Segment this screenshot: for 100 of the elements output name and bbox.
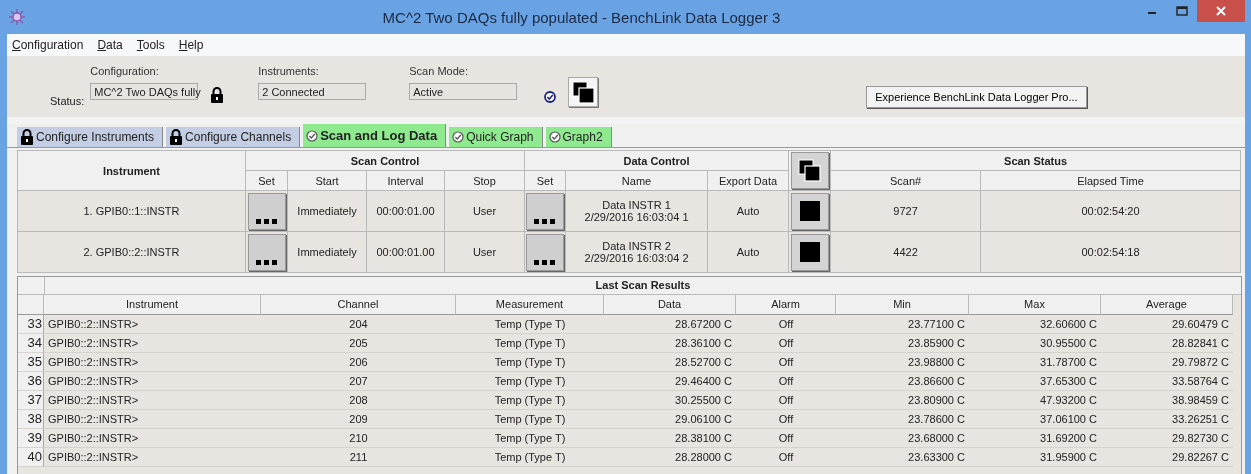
column-header: Min <box>836 295 969 315</box>
tab-label[interactable]: Scan and Log Data <box>320 128 438 143</box>
ellipsis-icon <box>534 259 556 265</box>
table-cell: Off <box>736 372 836 391</box>
row-number: 36 <box>18 372 44 391</box>
tab[interactable]: Quick Graph <box>449 127 543 147</box>
window-title: MC^2 Two DAQs fully populated - BenchLink Data Logger 3 <box>381 8 782 26</box>
table-cell: 29.82267 C <box>1101 448 1233 467</box>
table-cell: 37.06100 C <box>969 410 1101 429</box>
ellipsis-icon <box>255 218 278 224</box>
table-cell: User <box>444 190 525 232</box>
table-cell: 31.69200 C <box>969 429 1101 448</box>
table-cell: GPIB0::2::INSTR> <box>44 448 261 467</box>
table-cell: Temp (Type T) <box>456 410 604 429</box>
menu-item[interactable]: Tools <box>136 38 165 52</box>
table-cell: 31.95900 C <box>969 448 1101 467</box>
table-cell: 29.82730 C <box>1101 429 1233 448</box>
column-header: Channel <box>261 295 456 315</box>
table-cell: Temp (Type T) <box>456 391 604 410</box>
menu-item[interactable]: Configuration <box>12 38 84 52</box>
check-circle-icon <box>544 91 557 103</box>
table-cell: 23.78600 C <box>836 410 969 429</box>
set-button[interactable] <box>247 192 286 230</box>
table-cell: 00:02:54:18 <box>980 231 1241 273</box>
table-cell: Off <box>736 429 836 448</box>
table-cell: 33.58764 C <box>1101 372 1233 391</box>
table-cell: Auto <box>707 231 789 273</box>
close-button[interactable] <box>1197 0 1245 22</box>
stop-button[interactable] <box>790 233 829 271</box>
row-number: 33 <box>18 315 44 334</box>
column-header: Scan Status <box>830 150 1241 171</box>
table-cell: 209 <box>261 410 456 429</box>
table-cell: GPIB0::2::INSTR> <box>44 353 261 372</box>
table-cell: 210 <box>261 429 456 448</box>
check-circle-icon <box>306 129 319 142</box>
set-button[interactable] <box>526 192 564 230</box>
column-header: Instrument <box>17 150 246 191</box>
menu-item[interactable]: Data <box>97 38 123 52</box>
set-button[interactable] <box>247 233 286 271</box>
tab[interactable]: Scan and Log Data <box>303 124 447 147</box>
ellipsis-icon <box>255 259 278 265</box>
field-label: Configuration: <box>90 65 160 77</box>
table-cell: 1. GPIB0::1::INSTR <box>17 190 246 232</box>
ellipsis-icon <box>534 218 556 224</box>
tab[interactable]: Graph2 <box>545 127 612 147</box>
field-label: Scan Mode: <box>409 65 469 77</box>
column-header: Alarm <box>736 295 836 315</box>
table-cell: 00:02:54:20 <box>980 190 1241 232</box>
table-cell: Off <box>736 315 836 334</box>
tab-label[interactable]: Quick Graph <box>466 130 534 144</box>
stop-button[interactable] <box>790 192 829 230</box>
table-cell: 28.52700 C <box>604 353 736 372</box>
overlapping-squares-icon <box>798 159 822 182</box>
stop-icon <box>799 242 820 262</box>
table-cell: Temp (Type T) <box>456 448 604 467</box>
table-cell: Temp (Type T) <box>456 429 604 448</box>
table-cell: 33.26251 C <box>1101 410 1233 429</box>
pro-button[interactable]: Experience BenchLink Data Logger Pro... <box>866 86 1087 108</box>
check-circle-icon <box>452 131 465 143</box>
column-header: Data <box>604 295 736 315</box>
table-cell: 4422 <box>830 231 981 273</box>
grid-title: Last Scan Results <box>594 278 692 293</box>
row-number: 40 <box>18 448 44 467</box>
display-button[interactable] <box>790 152 829 189</box>
table-cell: 28.36100 C <box>604 334 736 353</box>
tab-label[interactable]: Graph2 <box>562 130 603 144</box>
tab-label[interactable]: Configure Instruments <box>36 130 155 144</box>
table-cell: 23.68000 C <box>836 429 969 448</box>
table-cell: 211 <box>261 448 456 467</box>
table-cell: 30.25500 C <box>604 391 736 410</box>
table-cell: Immediately <box>287 231 367 273</box>
tab[interactable]: Configure Channels <box>166 127 301 147</box>
table-cell: 23.85900 C <box>836 334 969 353</box>
table-cell: 28.28000 C <box>604 448 736 467</box>
table-cell: GPIB0::2::INSTR> <box>44 372 261 391</box>
table-cell: GPIB0::2::INSTR> <box>44 410 261 429</box>
table-cell: 204 <box>261 315 456 334</box>
menu-item[interactable]: Help <box>178 38 204 52</box>
table-cell: 29.79872 C <box>1101 353 1233 372</box>
display-button[interactable] <box>568 77 599 107</box>
table-cell: Off <box>736 410 836 429</box>
set-button[interactable] <box>526 233 564 271</box>
table-cell: Temp (Type T) <box>456 372 604 391</box>
tab-label[interactable]: Configure Channels <box>185 130 292 144</box>
table-cell: 23.63300 C <box>836 448 969 467</box>
table-cell: 28.82841 C <box>1101 334 1233 353</box>
table-cell: 208 <box>261 391 456 410</box>
table-cell: Temp (Type T) <box>456 315 604 334</box>
table-cell: 2. GPIB0::2::INSTR <box>17 231 246 273</box>
column-header: Max <box>969 295 1101 315</box>
table-cell: Auto <box>707 190 789 232</box>
row-number: 35 <box>18 353 44 372</box>
tab[interactable]: Configure Instruments <box>17 127 164 147</box>
table-cell: 23.77100 C <box>836 315 969 334</box>
table-cell: 207 <box>261 372 456 391</box>
row-number: 39 <box>18 429 44 448</box>
table-cell: GPIB0::2::INSTR> <box>44 391 261 410</box>
table-cell: 29.46400 C <box>604 372 736 391</box>
lock-icon <box>169 129 184 145</box>
table-cell: 28.67200 C <box>604 315 736 334</box>
